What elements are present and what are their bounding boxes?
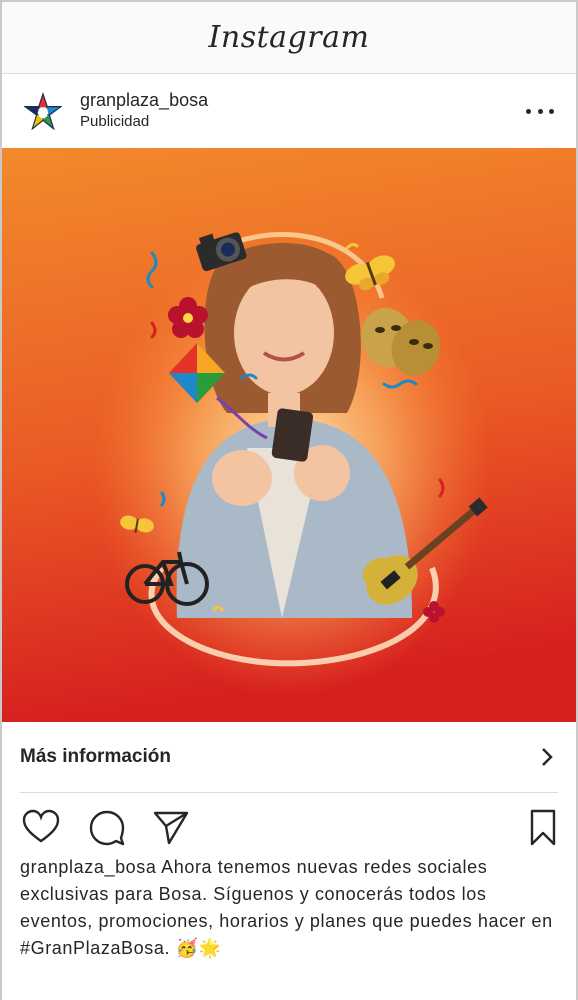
- ad-image[interactable]: [2, 148, 576, 722]
- post-username[interactable]: granplaza_bosa: [80, 89, 208, 111]
- post-header: granplaza_bosa Publicidad: [2, 75, 576, 147]
- post-caption: granplaza_bosa Ahora tenemos nuevas rede…: [20, 854, 560, 962]
- sponsored-label: Publicidad: [80, 113, 150, 130]
- top-bar: Instagram: [2, 2, 576, 74]
- more-info-label: Más información: [20, 746, 171, 767]
- comment-icon[interactable]: [88, 808, 126, 846]
- more-options-icon[interactable]: [526, 101, 554, 121]
- heart-icon[interactable]: [22, 808, 60, 846]
- instagram-logo[interactable]: Instagram: [209, 20, 370, 55]
- cta-divider: [20, 792, 558, 793]
- post-actions: [2, 802, 576, 852]
- brand-star-avatar[interactable]: [24, 92, 62, 130]
- share-icon[interactable]: [152, 808, 190, 846]
- chevron-right-icon: [542, 748, 553, 766]
- bookmark-icon[interactable]: [524, 808, 562, 846]
- more-info-cta[interactable]: Más información: [2, 722, 576, 792]
- instagram-frame: Instagram granplaza_bosa Publicidad Más …: [0, 0, 578, 1000]
- caption-username[interactable]: granplaza_bosa: [20, 857, 157, 877]
